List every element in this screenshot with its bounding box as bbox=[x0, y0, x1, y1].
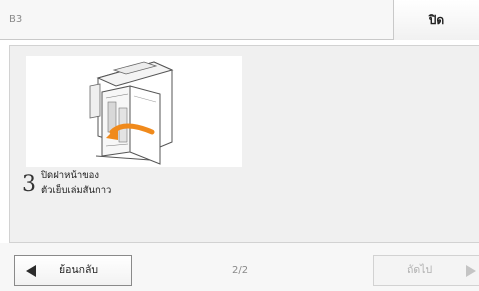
step-instruction: ปิดฝาหน้าของ ตัวเย็บเล่มสันกาว bbox=[41, 168, 111, 198]
step-instruction-line1: ปิดฝาหน้าของ bbox=[41, 170, 100, 181]
step-instruction-line2: ตัวเย็บเล่มสันกาว bbox=[41, 185, 112, 196]
close-button[interactable]: ปิด bbox=[393, 0, 479, 40]
back-arrow-icon bbox=[26, 265, 36, 277]
finisher-illustration bbox=[26, 56, 242, 167]
close-button-label: ปิด bbox=[428, 12, 445, 27]
header-bar: B3 ปิด bbox=[0, 0, 479, 40]
error-code: B3 bbox=[9, 14, 23, 25]
finisher-cover-icon bbox=[89, 61, 174, 165]
back-button-label: ย้อนกลับ bbox=[59, 264, 99, 276]
next-button-label: ถัดไป bbox=[407, 264, 433, 276]
instruction-panel: 3 ปิดฝาหน้าของ ตัวเย็บเล่มสันกาว bbox=[9, 45, 479, 243]
dialog-screen: B3 ปิด 3 ปิดฝาหน้าของ ตัวเย็บเล่มสันกาว … bbox=[0, 0, 479, 291]
page-indicator: 2/2 bbox=[232, 265, 249, 276]
step-number: 3 bbox=[22, 172, 36, 197]
next-arrow-icon bbox=[466, 265, 476, 277]
next-button[interactable]: ถัดไป bbox=[373, 255, 479, 286]
back-button[interactable]: ย้อนกลับ bbox=[14, 255, 132, 286]
footer-bar: ย้อนกลับ 2/2 ถัดไป bbox=[0, 243, 479, 291]
